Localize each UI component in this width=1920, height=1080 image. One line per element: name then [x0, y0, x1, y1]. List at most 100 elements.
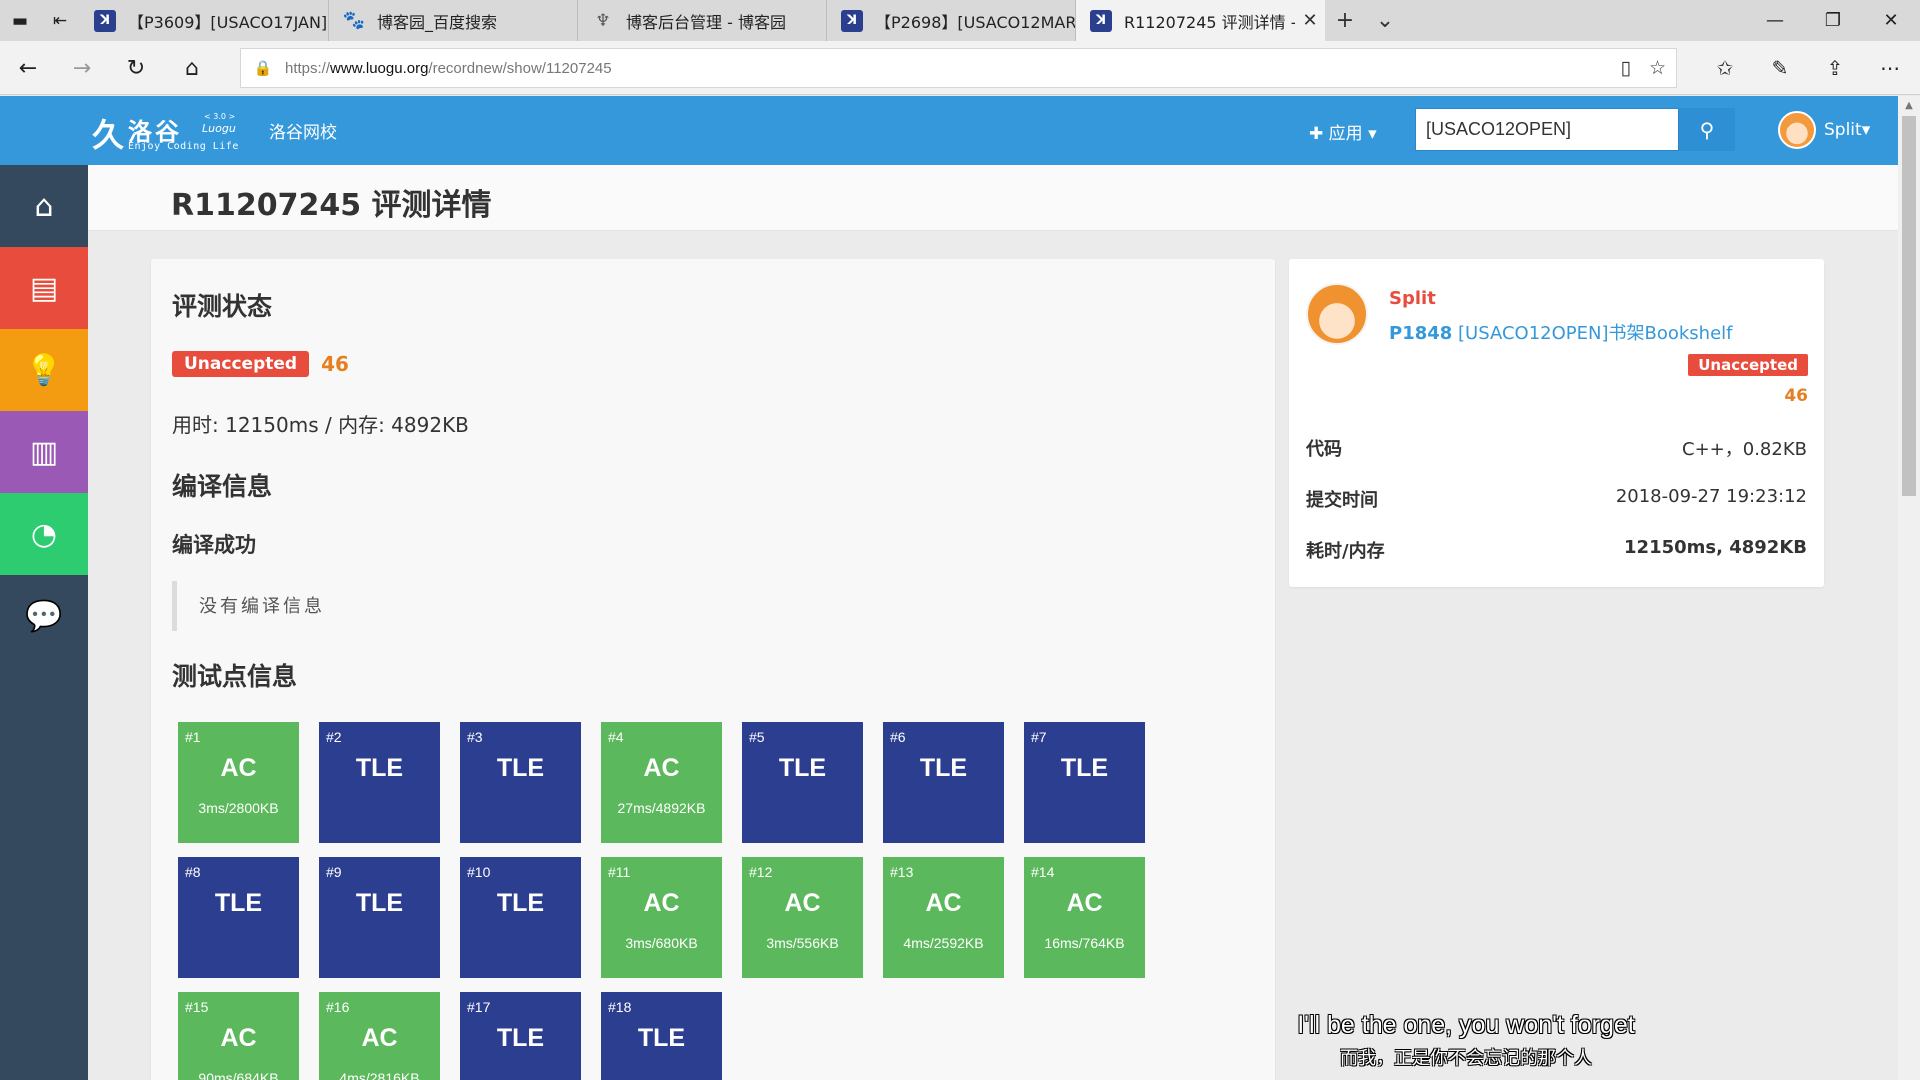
testcase-8[interactable]: #8 TLE: [178, 857, 299, 978]
testcase-10[interactable]: #10 TLE: [460, 857, 581, 978]
tab-actions-icon[interactable]: ▬: [0, 0, 40, 41]
testcase-number: #6: [890, 729, 906, 745]
baidu-icon: 🐾: [342, 10, 366, 31]
nav-ideas[interactable]: 💡: [0, 329, 88, 411]
testcase-result: AC: [361, 1024, 398, 1052]
search-icon: ⚲: [1699, 117, 1715, 142]
favorite-star-icon[interactable]: ☆: [1649, 57, 1666, 79]
testcase-4[interactable]: #4 AC 27ms/4892KB: [601, 722, 722, 843]
testcase-number: #3: [467, 729, 483, 745]
home-icon: ⌂: [34, 188, 54, 224]
testcase-7[interactable]: #7 TLE: [1024, 722, 1145, 843]
testcase-13[interactable]: #13 AC 4ms/2592KB: [883, 857, 1004, 978]
avatar: [1778, 111, 1816, 149]
scroll-thumb[interactable]: [1902, 116, 1916, 496]
testcase-number: #8: [185, 864, 201, 880]
minimize-icon[interactable]: —: [1746, 0, 1804, 41]
testcase-18[interactable]: #18 TLE: [601, 992, 722, 1080]
cnblogs-icon: ♆: [595, 10, 611, 31]
search-input[interactable]: [1415, 108, 1679, 151]
testcase-5[interactable]: #5 TLE: [742, 722, 863, 843]
puzzle-icon: ✚: [1309, 124, 1324, 144]
testcase-3[interactable]: #3 TLE: [460, 722, 581, 843]
testcase-result: TLE: [214, 889, 263, 917]
user-name: Split: [1824, 120, 1862, 140]
subtitle-en: I'll be the one, you won't forget: [1297, 1011, 1635, 1039]
nav-ranking[interactable]: ▥: [0, 411, 88, 493]
new-tab-icon[interactable]: +: [1325, 0, 1365, 41]
testcase-number: #2: [326, 729, 342, 745]
search-button[interactable]: ⚲: [1679, 108, 1735, 151]
status-row: Unaccepted 46: [172, 351, 349, 377]
testcase-14[interactable]: #14 AC 16ms/764KB: [1024, 857, 1145, 978]
more-icon[interactable]: ⋯: [1870, 51, 1910, 85]
site-search: ⚲: [1415, 108, 1735, 151]
browser-tab[interactable]: ꓘ 【P2698】[USACO12MAR]: [827, 0, 1076, 41]
apps-menu[interactable]: ✚ 应用 ▾: [1309, 119, 1377, 144]
testcase-number: #13: [890, 864, 914, 880]
tab-title: 博客后台管理 - 博客园: [626, 12, 786, 32]
url-field[interactable]: 🔒 https://www.luogu.org/recordnew/show/1…: [240, 48, 1677, 88]
testcase-result: TLE: [355, 754, 404, 782]
testcase-9[interactable]: #9 TLE: [319, 857, 440, 978]
school-link[interactable]: 洛谷网校: [269, 118, 337, 143]
close-window-icon[interactable]: ✕: [1862, 0, 1920, 41]
time-memory-value: 12150ms, 4892KB: [1624, 537, 1807, 558]
testcase-result: TLE: [919, 754, 968, 782]
luogu-logo[interactable]: 久 洛谷 < 3.0 > Luogu Enjoy Coding Life: [92, 110, 242, 154]
testcase-17[interactable]: #17 TLE: [460, 992, 581, 1080]
comments-icon: 💬: [25, 598, 63, 634]
submission-summary-card: Split P1848 [USACO12OPEN]书架Bookshelf Una…: [1289, 259, 1824, 587]
testcase-detail: 4ms/2592KB: [903, 935, 984, 951]
browser-tab[interactable]: ꓘ 【P3609】[USACO17JAN]H: [80, 0, 329, 41]
lightbulb-icon: 💡: [25, 352, 63, 388]
reading-view-icon[interactable]: ▯: [1620, 57, 1630, 79]
forward-icon[interactable]: →: [64, 51, 100, 85]
submit-time-label: 提交时间: [1306, 490, 1378, 511]
scroll-up-icon[interactable]: ▲: [1898, 96, 1920, 114]
avatar[interactable]: [1306, 283, 1368, 345]
nav-problems[interactable]: ▤: [0, 247, 88, 329]
testcase-1[interactable]: #1 AC 3ms/2800KB: [178, 722, 299, 843]
testcase-12[interactable]: #12 AC 3ms/556KB: [742, 857, 863, 978]
nav-discuss[interactable]: 💬: [0, 575, 88, 657]
site-header: 久 洛谷 < 3.0 > Luogu Enjoy Coding Life 洛谷网…: [0, 96, 1898, 165]
compile-heading: 编译信息: [172, 472, 273, 501]
favorites-icon[interactable]: ✩: [1705, 51, 1745, 85]
nav-home[interactable]: ⌂: [0, 165, 88, 247]
testcase-result: TLE: [496, 889, 545, 917]
testcase-15[interactable]: #15 AC 90ms/684KB: [178, 992, 299, 1080]
restore-icon[interactable]: ❐: [1804, 0, 1862, 41]
home-icon[interactable]: ⌂: [174, 51, 210, 85]
set-aside-tabs-icon[interactable]: ⇤: [40, 0, 80, 41]
page-title: R11207245 评测详情: [171, 188, 492, 223]
pen-icon[interactable]: ✎: [1760, 51, 1800, 85]
testcase-11[interactable]: #11 AC 3ms/680KB: [601, 857, 722, 978]
refresh-icon[interactable]: ↻: [118, 51, 154, 85]
testcase-2[interactable]: #2 TLE: [319, 722, 440, 843]
user-menu[interactable]: Split ▾: [1778, 111, 1870, 149]
bar-chart-icon: ▥: [29, 434, 59, 470]
tab-title: R11207245 评测详情 - 洛: [1124, 12, 1295, 32]
testcase-result: AC: [784, 889, 821, 917]
problem-link[interactable]: P1848 [USACO12OPEN]书架Bookshelf: [1389, 319, 1733, 345]
user-link[interactable]: Split: [1389, 288, 1436, 309]
page-scrollbar[interactable]: ▲: [1898, 96, 1920, 1080]
chevron-down-icon[interactable]: ⌄: [1365, 0, 1405, 41]
testcase-grid: #1 AC 3ms/2800KB #2 TLE #3 TLE #4 AC 27ms/4892KB #…: [178, 722, 1145, 1080]
testcase-number: #7: [1031, 729, 1047, 745]
testcase-6[interactable]: #6 TLE: [883, 722, 1004, 843]
browser-tab[interactable]: 🐾 博客园_百度搜索: [329, 0, 578, 41]
browser-tab[interactable]: ♆ 博客后台管理 - 博客园: [578, 0, 827, 41]
nav-stats[interactable]: ◔: [0, 493, 88, 575]
back-icon[interactable]: ←: [10, 51, 46, 85]
record-detail-card: 评测状态 Unaccepted 46 用时: 12150ms / 内存: 489…: [151, 259, 1275, 1080]
share-icon[interactable]: ⇪: [1815, 51, 1855, 85]
browser-tab-active[interactable]: ꓘ R11207245 评测详情 - 洛 ✕: [1076, 0, 1325, 41]
close-tab-icon[interactable]: ✕: [1295, 10, 1325, 31]
testcase-number: #10: [467, 864, 491, 880]
testcase-16[interactable]: #16 AC 4ms/2816KB: [319, 992, 440, 1080]
compile-message: 没有编译信息: [172, 581, 772, 631]
submit-time-value: 2018-09-27 19:23:12: [1615, 486, 1807, 507]
testcase-detail: 27ms/4892KB: [617, 800, 706, 816]
